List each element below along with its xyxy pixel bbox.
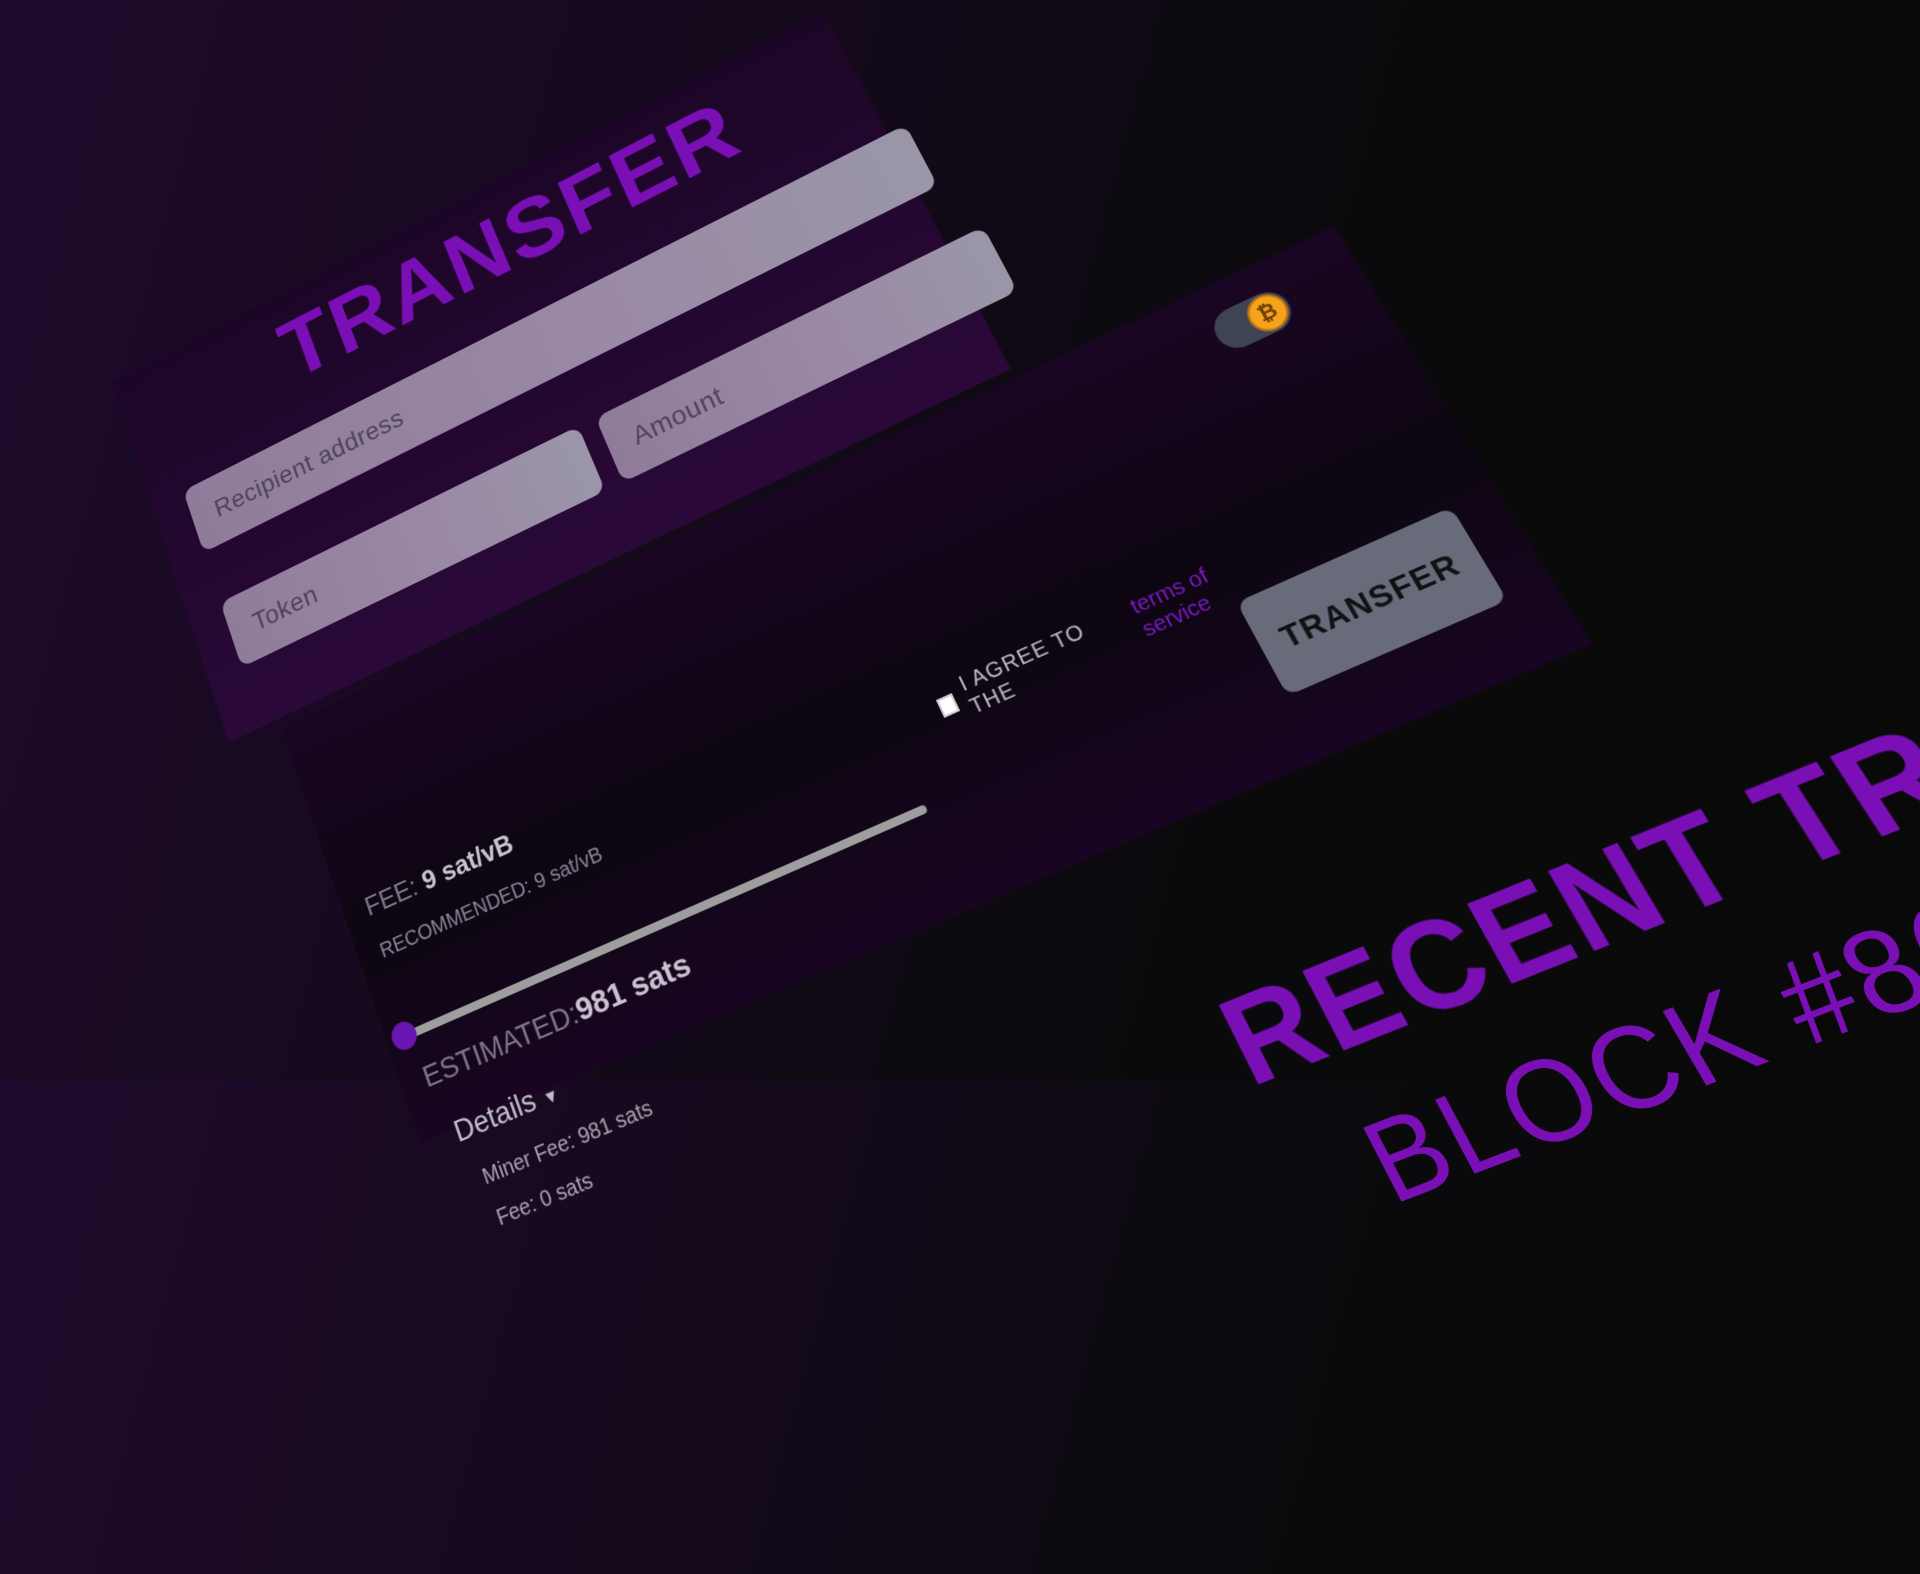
detail-label: Fee:: [493, 1191, 540, 1232]
caret-down-icon: ▼: [540, 1085, 563, 1110]
detail-value: 0 sats: [536, 1168, 597, 1214]
detail-value: 981 sats: [574, 1095, 657, 1150]
transfer-panel: TRANSFER Recipient address Token Amount …: [111, 0, 1920, 1430]
token-placeholder: Token: [248, 579, 322, 637]
